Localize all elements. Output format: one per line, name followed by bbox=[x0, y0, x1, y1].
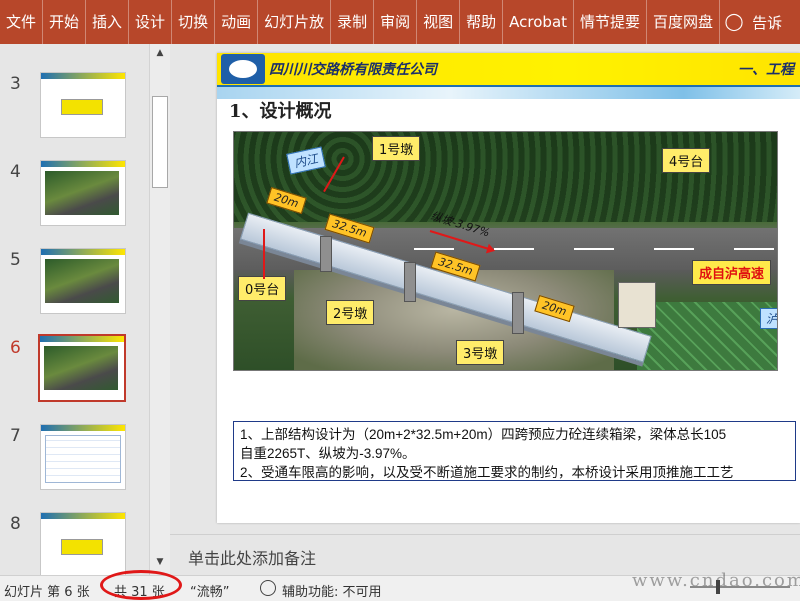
slide-position[interactable]: 幻灯片 第 6 张 bbox=[4, 581, 90, 600]
company-logo bbox=[221, 54, 265, 84]
thumbnail-slide-4[interactable]: 4 bbox=[0, 142, 148, 226]
label-abutment-4: 4号台 bbox=[662, 148, 711, 173]
thumbnail-number: 4 bbox=[10, 162, 21, 182]
tab-insert[interactable]: 插入 bbox=[86, 0, 130, 44]
label-pier-1: 1号墩 bbox=[372, 136, 421, 161]
zoom-slider[interactable] bbox=[690, 586, 790, 588]
pier-2 bbox=[404, 262, 416, 302]
notes-placeholder[interactable]: 单击此处添加备注 bbox=[188, 545, 316, 569]
thumbnail-number: 3 bbox=[10, 74, 21, 94]
tab-acrobat[interactable]: Acrobat bbox=[503, 0, 575, 44]
label-lu: 泸 bbox=[760, 308, 777, 329]
tab-design[interactable]: 设计 bbox=[129, 0, 173, 44]
thumbnail-slide-7[interactable]: 7 bbox=[0, 406, 148, 490]
tab-storyboard[interactable]: 情节提要 bbox=[574, 0, 648, 44]
label-pier-2: 2号墩 bbox=[326, 300, 375, 325]
callout-line bbox=[263, 229, 265, 279]
lightbulb-icon[interactable]: ◯ bbox=[720, 12, 748, 32]
tab-help[interactable]: 帮助 bbox=[460, 0, 504, 44]
label-pier-3: 3号墩 bbox=[456, 340, 505, 365]
thumbnail-slide-6-selected[interactable]: 6 bbox=[0, 318, 148, 402]
tab-record[interactable]: 录制 bbox=[331, 0, 375, 44]
highlight-circle bbox=[100, 570, 182, 600]
ribbon-tabs: 文件 开始 插入 设计 切换 动画 幻灯片放 录制 审阅 视图 帮助 Acrob… bbox=[0, 0, 800, 44]
thumbnail-preview bbox=[40, 424, 126, 490]
description-textbox[interactable]: 1、上部结构设计为（20m+2*32.5m+20m）四跨预应力砼连续箱梁，梁体总… bbox=[233, 421, 796, 481]
thumbnail-preview bbox=[40, 72, 126, 138]
thumbnail-slide-3[interactable]: 3 bbox=[0, 54, 148, 138]
description-line: 2、受通车限高的影响，以及受不断道施工要求的制约，本桥设计采用顶推施工工艺 bbox=[240, 465, 734, 480]
theme-name: “流畅” bbox=[190, 585, 230, 600]
bridge-rendering-image: 内江 泸 1号墩 4号台 0号台 2号墩 3号墩 20m 32.5m 32.5m… bbox=[233, 131, 778, 371]
thumbnail-preview bbox=[40, 248, 126, 314]
slide-thumbnail-pane: 3 4 5 6 7 8 bbox=[0, 44, 170, 578]
tab-home[interactable]: 开始 bbox=[43, 0, 87, 44]
thumbnail-number: 5 bbox=[10, 250, 21, 270]
tab-review[interactable]: 审阅 bbox=[374, 0, 418, 44]
current-slide[interactable]: 四川川交路桥有限责任公司 一、工程 1、设计概况 内江 泸 1号墩 4号台 0号… bbox=[217, 53, 800, 523]
thumbnail-slide-5[interactable]: 5 bbox=[0, 230, 148, 314]
tab-transitions[interactable]: 切换 bbox=[172, 0, 216, 44]
label-highway: 成自泸高速 bbox=[692, 260, 772, 285]
thumbnail-number: 6 bbox=[10, 338, 21, 358]
thumbnail-title-box bbox=[61, 539, 103, 555]
slide-heading: 1、设计概况 bbox=[229, 101, 332, 122]
thumbnail-number: 7 bbox=[10, 426, 21, 446]
label-abutment-0: 0号台 bbox=[238, 276, 287, 301]
tab-view[interactable]: 视图 bbox=[417, 0, 461, 44]
thumbnail-number: 8 bbox=[10, 514, 21, 534]
tell-me-search[interactable]: 告诉 bbox=[748, 12, 786, 33]
pier-3 bbox=[512, 292, 524, 334]
description-line: 1、上部结构设计为（20m+2*32.5m+20m）四跨预应力砼连续箱梁，梁体总… bbox=[240, 427, 727, 442]
thumbnail-preview bbox=[40, 512, 126, 578]
thumbnail-title-box bbox=[61, 99, 103, 115]
scrollbar-thumb[interactable] bbox=[152, 96, 168, 188]
zoom-slider-thumb[interactable] bbox=[716, 580, 720, 594]
accessibility-status[interactable]: 辅助功能: 不可用 bbox=[282, 581, 382, 600]
thumbnail-preview bbox=[38, 334, 126, 402]
slide-header-bar: 四川川交路桥有限责任公司 一、工程 bbox=[217, 53, 800, 87]
forest-background bbox=[234, 132, 777, 222]
description-line: 自重2265T、纵坡为-3.97%。 bbox=[240, 446, 416, 461]
thumbnail-scrollbar[interactable]: ▲ ▼ bbox=[149, 44, 170, 575]
green-slope-net bbox=[637, 302, 777, 370]
tab-file[interactable]: 文件 bbox=[0, 0, 44, 44]
accessibility-icon bbox=[260, 580, 276, 596]
tab-slideshow[interactable]: 幻灯片放 bbox=[258, 0, 332, 44]
scroll-up-icon[interactable]: ▲ bbox=[152, 48, 168, 62]
tab-baidu-netdisk[interactable]: 百度网盘 bbox=[647, 0, 721, 44]
abutment-4 bbox=[618, 282, 656, 328]
tab-animations[interactable]: 动画 bbox=[215, 0, 259, 44]
thumbnail-preview bbox=[40, 160, 126, 226]
thumbnail-slide-8[interactable]: 8 bbox=[0, 494, 148, 578]
pier-1 bbox=[320, 236, 332, 272]
section-title: 一、工程 bbox=[738, 62, 794, 78]
scroll-down-icon[interactable]: ▼ bbox=[152, 557, 168, 571]
company-name: 四川川交路桥有限责任公司 bbox=[269, 62, 437, 78]
